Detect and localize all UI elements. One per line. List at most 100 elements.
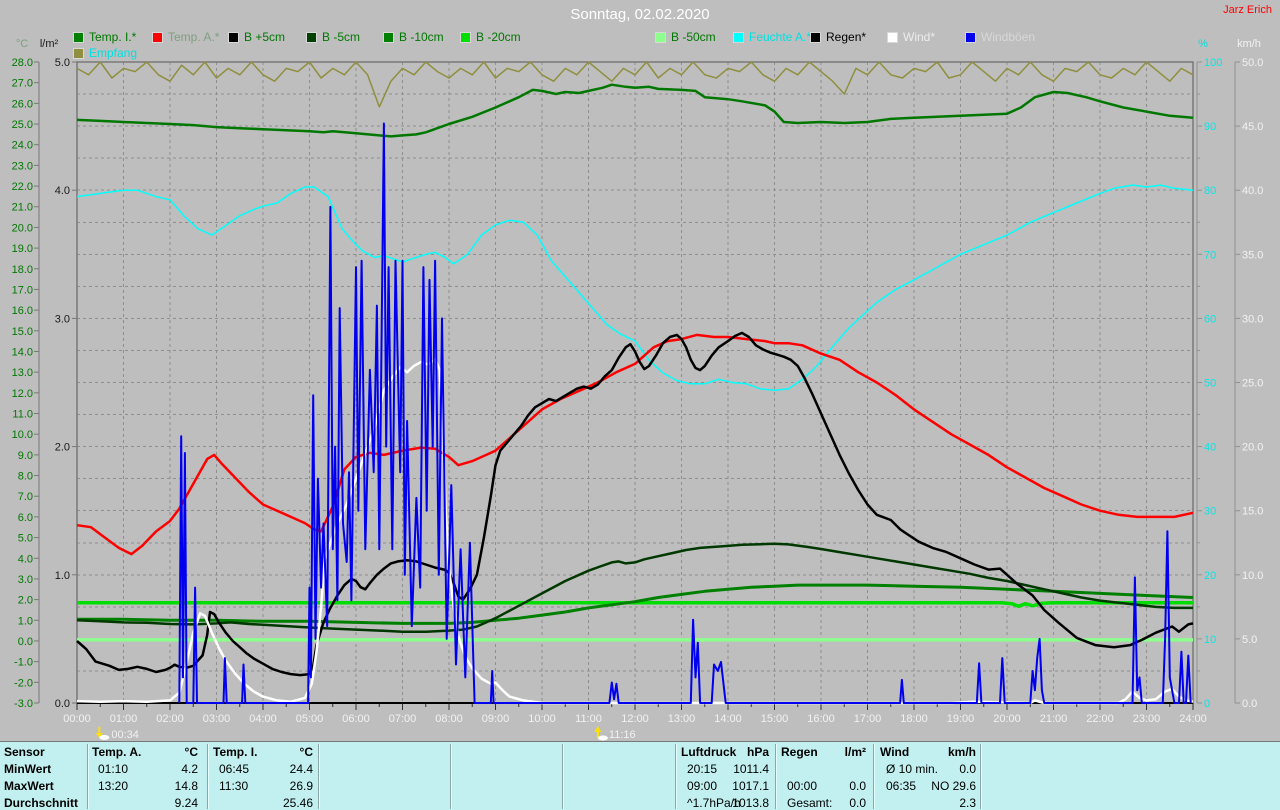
- table-value: 24.4: [213, 761, 313, 777]
- legend-swatch: [810, 32, 821, 43]
- legend-swatch: [228, 32, 239, 43]
- svg-text:00:34: 00:34: [111, 729, 139, 741]
- time-tick-label: 00:00: [63, 713, 91, 725]
- rain-tick-label: 5.0: [55, 57, 70, 69]
- temp-tick-label: 13.0: [12, 367, 33, 379]
- temp-tick-label: 7.0: [18, 491, 33, 503]
- time-tick-label: 12:00: [621, 713, 649, 725]
- time-tick-label: 24:00: [1179, 713, 1207, 725]
- time-tick-label: 06:00: [342, 713, 370, 725]
- rain-tick-label: 4.0: [55, 185, 70, 197]
- legend-item-feuchte-a: Feuchte A.*: [733, 30, 811, 44]
- legend-label: Empfang: [89, 47, 137, 59]
- pct-tick-label: 20: [1204, 570, 1216, 582]
- legend-swatch: [152, 32, 163, 43]
- legend-label: B +5cm: [244, 31, 285, 43]
- table-value: 1017.1: [681, 778, 769, 794]
- series-feuchte-a: [77, 185, 1193, 390]
- wind-tick-label: 0.0: [1242, 698, 1257, 710]
- temp-tick-label: 1.0: [18, 615, 33, 627]
- legend-label: Wind*: [903, 31, 935, 43]
- table-value: 1013.8: [681, 795, 769, 810]
- table-value: NO 29.6: [880, 778, 976, 794]
- wind-tick-label: 15.0: [1242, 506, 1263, 518]
- time-tick-label: 05:00: [296, 713, 324, 725]
- table-separator: [450, 744, 451, 809]
- temp-tick-label: 22.0: [12, 181, 33, 193]
- wind-tick-label: 35.0: [1242, 249, 1263, 261]
- legend-label: B -5cm: [322, 31, 360, 43]
- legend-label: Temp. A.*: [168, 31, 219, 43]
- table-row-header: MinWert: [4, 761, 88, 777]
- legend-item-b-5cm: B -5cm: [306, 30, 360, 44]
- unit-kmh: km/h: [1237, 38, 1261, 50]
- time-tick-label: 16:00: [807, 713, 835, 725]
- table-row-header: Durchschnitt: [4, 795, 88, 810]
- pct-tick-label: 70: [1204, 249, 1216, 261]
- page-title: Sonntag, 02.02.2020: [0, 6, 1280, 23]
- table-value: 0.0: [880, 761, 976, 777]
- time-tick-label: 01:00: [110, 713, 138, 725]
- rain-tick-label: 1.0: [55, 570, 70, 582]
- time-tick-label: 11:00: [575, 713, 602, 725]
- temp-tick-label: 2.0: [18, 595, 33, 607]
- legend-swatch: [460, 32, 471, 43]
- legend-label: Windböen: [981, 31, 1035, 43]
- unit-pct: %: [1198, 38, 1208, 50]
- time-tick-label: 17:00: [854, 713, 882, 725]
- temp-tick-label: 16.0: [12, 305, 33, 317]
- temp-tick-label: 26.0: [12, 98, 33, 110]
- legend-item-b-5cm: B +5cm: [228, 30, 285, 44]
- table-value: 2.3: [880, 795, 976, 810]
- temp-tick-label: 15.0: [12, 326, 33, 338]
- temp-tick-label: 18.0: [12, 264, 33, 276]
- temp-tick-label: 27.0: [12, 78, 33, 90]
- pct-tick-label: 80: [1204, 185, 1216, 197]
- table-value: 0.0: [781, 795, 866, 810]
- series-temp-a: [77, 335, 1193, 554]
- table-row-header: Sensor: [4, 744, 88, 760]
- time-tick-label: 02:00: [156, 713, 184, 725]
- time-marker-set: 00:34: [96, 727, 139, 741]
- legend-item-temp-a: Temp. A.*: [152, 30, 219, 44]
- time-tick-label: 14:00: [714, 713, 742, 725]
- wind-tick-label: 30.0: [1242, 313, 1263, 325]
- legend-item-regen: Regen*: [810, 30, 866, 44]
- temp-tick-label: 28.0: [12, 57, 33, 69]
- time-tick-label: 10:00: [528, 713, 556, 725]
- table-value: 9.24: [92, 795, 198, 810]
- temp-tick-label: -2.0: [14, 677, 33, 689]
- time-tick-label: 15:00: [761, 713, 789, 725]
- temp-tick-label: 5.0: [18, 533, 33, 545]
- legend-label: Regen*: [826, 31, 866, 43]
- temp-tick-label: 12.0: [12, 388, 33, 400]
- legend-swatch: [73, 32, 84, 43]
- time-tick-label: 21:00: [1040, 713, 1068, 725]
- wind-tick-label: 50.0: [1242, 57, 1263, 69]
- table-value: 1011.4: [681, 761, 769, 777]
- pct-tick-label: 30: [1204, 506, 1216, 518]
- legend-item-b-20cm: B -20cm: [460, 30, 521, 44]
- table-col-unit: °C: [213, 744, 313, 760]
- temp-tick-label: 19.0: [12, 243, 33, 255]
- time-tick-label: 04:00: [249, 713, 277, 725]
- wind-tick-label: 5.0: [1242, 634, 1257, 646]
- table-separator: [675, 744, 676, 809]
- svg-text:11:16: 11:16: [609, 729, 636, 741]
- time-tick-label: 08:00: [435, 713, 463, 725]
- table-row-header: MaxWert: [4, 778, 88, 794]
- rain-tick-label: 2.0: [55, 442, 70, 454]
- table-separator: [207, 744, 208, 809]
- temp-tick-label: 0.0: [18, 636, 33, 648]
- watermark: Jarz Erich: [1223, 4, 1272, 16]
- temp-tick-label: 6.0: [18, 512, 33, 524]
- legend-swatch: [965, 32, 976, 43]
- temp-tick-label: 3.0: [18, 574, 33, 586]
- pct-tick-label: 100: [1204, 57, 1222, 69]
- table-separator: [562, 744, 563, 809]
- legend-swatch: [383, 32, 394, 43]
- table-separator: [87, 744, 88, 809]
- time-tick-label: 22:00: [1086, 713, 1114, 725]
- legend-swatch: [887, 32, 898, 43]
- time-tick-label: 09:00: [482, 713, 510, 725]
